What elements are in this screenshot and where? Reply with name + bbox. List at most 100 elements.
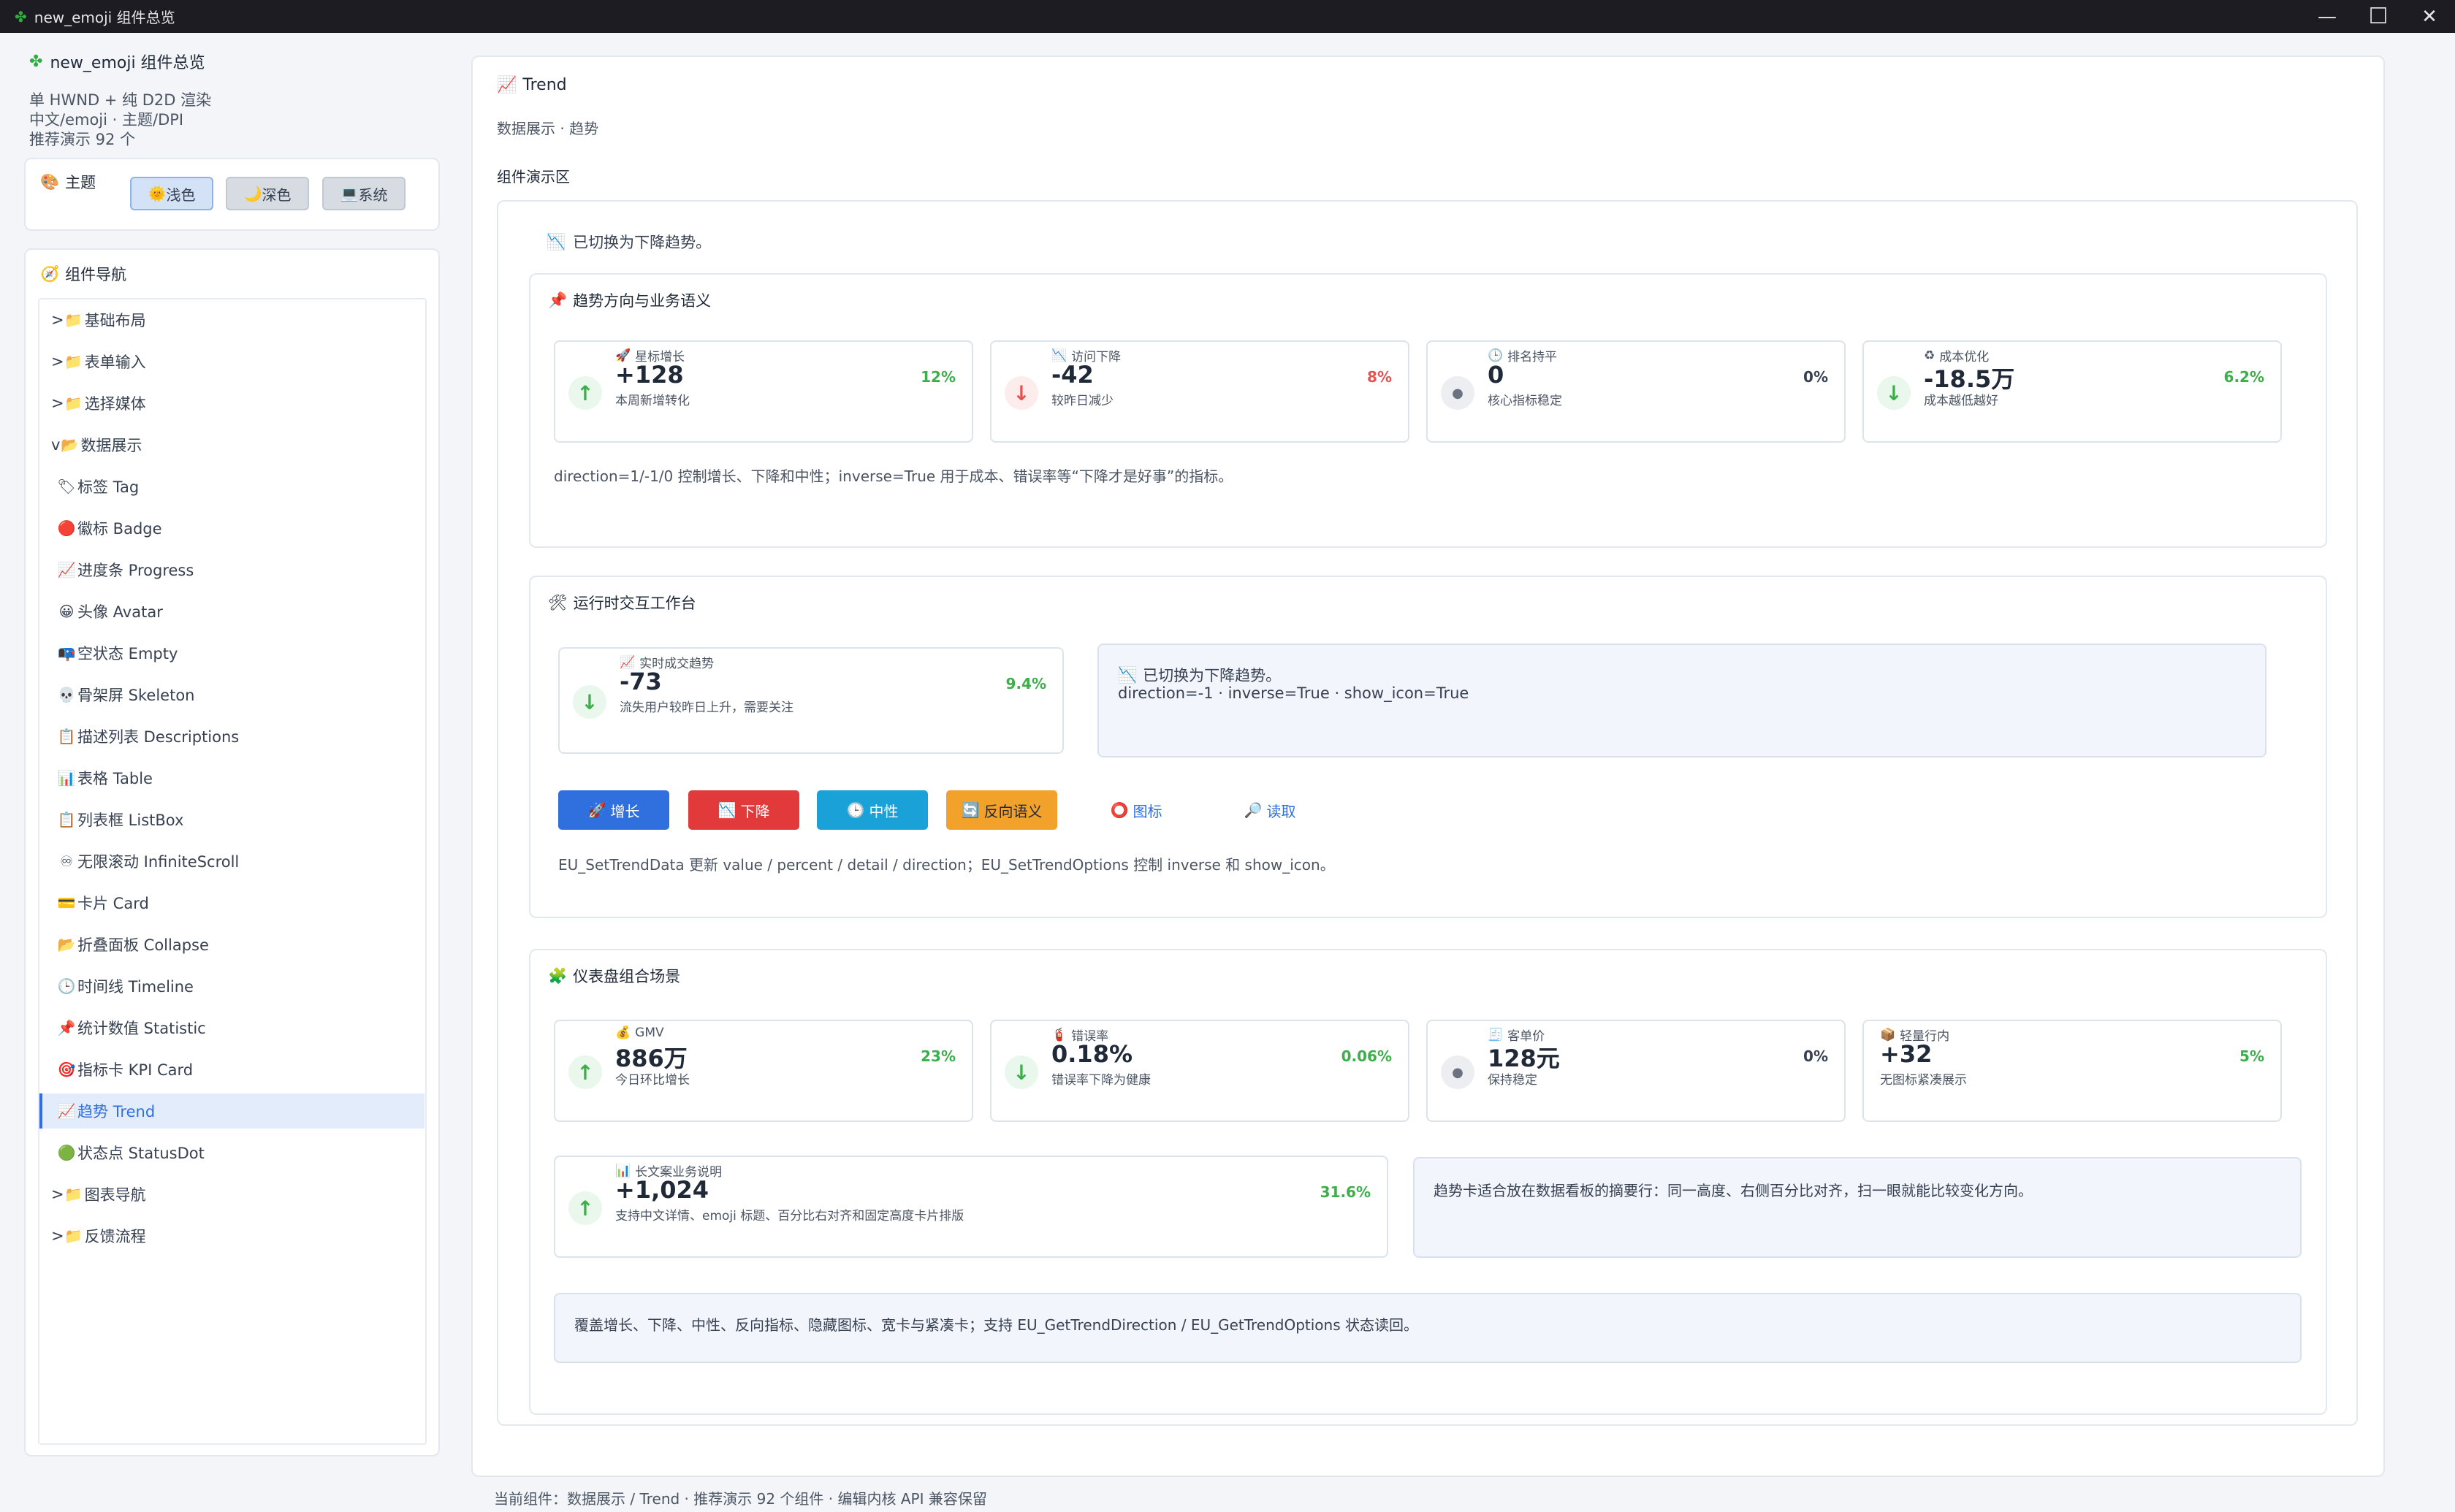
- arrow-down-icon: ↓: [1005, 376, 1038, 410]
- trend-value: 0.18%: [1051, 1040, 1133, 1068]
- trend-value: -73: [620, 668, 662, 695]
- action-label: 增长: [610, 802, 640, 820]
- action-icon: 🕒: [846, 801, 865, 819]
- nav-item[interactable]: 🟢 状态点 StatusDot: [39, 1135, 425, 1170]
- theme-dark-button[interactable]: 🌙 深色: [226, 177, 309, 210]
- nav-item[interactable]: > 📁 反馈流程: [39, 1218, 425, 1253]
- nav-item[interactable]: 📭 空状态 Empty: [39, 635, 425, 671]
- nav-item-label: 卡片 Card: [77, 895, 149, 912]
- trend-card: ↑ 📊 长文案业务说明 +1,024 支持中文详情、emoji 标题、百分比右对齐和固定…: [554, 1156, 1388, 1258]
- theme-light-button[interactable]: 🌞 浅色: [130, 177, 213, 210]
- nav-item-label: 时间线 Timeline: [77, 978, 194, 996]
- expand-toggle[interactable]: >: [51, 311, 64, 329]
- nav-item-label: 标签 Tag: [77, 478, 140, 496]
- nav-item[interactable]: 😀 头像 Avatar: [39, 594, 425, 629]
- nav-item[interactable]: 🏷 标签 Tag: [39, 469, 425, 504]
- nav-item-label: 数据展示: [80, 437, 142, 454]
- trend-action-button[interactable]: 📉 下降: [688, 790, 799, 830]
- nav-item-icon: 📈: [57, 561, 76, 579]
- nav-item[interactable]: > 📁 选择媒体: [39, 386, 425, 421]
- nav-item[interactable]: 📈 进度条 Progress: [39, 552, 425, 587]
- nav-item-label: 骨架屏 Skeleton: [77, 687, 195, 704]
- theme-card: 🎨 主题 🌞 浅色 🌙 深色 💻 系统: [24, 158, 440, 231]
- trend-title-icon: 💰: [615, 1026, 631, 1040]
- theme-label: 主题: [65, 174, 96, 191]
- action-label: 反向语义: [983, 802, 1043, 820]
- trend-card: 📦 轻量行内 +32 无图标紧凑展示 5%: [1862, 1020, 2282, 1122]
- trend-value: -42: [1051, 361, 1094, 389]
- nav-item-icon: 📈: [57, 1102, 76, 1120]
- puzzle-icon: ✤: [29, 52, 43, 71]
- action-icon: 🔄: [961, 801, 980, 819]
- nav-item-icon: 💳: [57, 894, 76, 912]
- nav-item[interactable]: 🎯 指标卡 KPI Card: [39, 1052, 425, 1087]
- dot-icon: ●: [1441, 1055, 1474, 1089]
- nav-item-icon: 📭: [57, 644, 76, 662]
- nav-item-icon: 📁: [64, 1185, 83, 1203]
- dashboard-summary: 覆盖增长、下降、中性、反向指标、隐藏图标、宽卡与紧凑卡；支持 EU_GetTre…: [554, 1293, 2302, 1363]
- trend-value: +32: [1880, 1040, 1933, 1068]
- trend-card: ● 🧾 客单价 128元 保持稳定 0%: [1426, 1020, 1846, 1122]
- chart-down-icon: 📉: [1118, 665, 1138, 684]
- nav-item-icon: ♾: [60, 852, 73, 870]
- nav-label: 组件导航: [65, 266, 127, 283]
- nav-item[interactable]: 📂 折叠面板 Collapse: [39, 927, 425, 962]
- nav-item[interactable]: 📌 统计数值 Statistic: [39, 1010, 425, 1045]
- nav-item[interactable]: 📋 描述列表 Descriptions: [39, 719, 425, 754]
- action-icon: 📉: [718, 801, 736, 819]
- nav-item[interactable]: 💳 卡片 Card: [39, 885, 425, 920]
- expand-toggle[interactable]: >: [51, 1185, 64, 1203]
- trend-action-button[interactable]: 🔎 读取: [1230, 790, 1310, 830]
- nav-item[interactable]: 📋 列表框 ListBox: [39, 802, 425, 837]
- nav-item[interactable]: > 📁 表单输入: [39, 344, 425, 379]
- maximize-button[interactable]: ☐: [2353, 0, 2404, 33]
- trend-action-button[interactable]: 🔄 反向语义: [946, 790, 1057, 830]
- arrow-up-icon: ↑: [568, 1055, 602, 1089]
- section-title: 仪表盘组合场景: [573, 968, 681, 985]
- nav-item-label: 反馈流程: [84, 1228, 146, 1245]
- nav-item-icon: 📁: [64, 1227, 83, 1245]
- nav-item[interactable]: 📈 趋势 Trend: [39, 1093, 425, 1129]
- action-icon: 🔎: [1244, 801, 1263, 819]
- nav-item-icon: 🟢: [57, 1144, 76, 1161]
- nav-item[interactable]: > 📁 图表导航: [39, 1177, 425, 1212]
- theme-system-button[interactable]: 💻 系统: [322, 177, 406, 210]
- nav-card: 🧭 组件导航 > 📁 基础布局 > 📁 表单输入 > 📁 选择媒体 v 📂 数据展示 🏷 标签 Tag 🔴 徽…: [24, 248, 440, 1456]
- trend-action-button[interactable]: 🕒 中性: [817, 790, 928, 830]
- nav-item-label: 表格 Table: [77, 770, 153, 787]
- trend-action-button[interactable]: 🚀 增长: [558, 790, 669, 830]
- nav-item-icon: 📂: [57, 936, 76, 953]
- trend-detail: 核心指标稳定: [1488, 394, 1562, 408]
- arrow-up-icon: ↑: [568, 376, 602, 410]
- trend-action-button[interactable]: ⭕ 图标: [1096, 790, 1176, 830]
- expand-toggle[interactable]: v: [51, 436, 60, 454]
- nav-item-label: 统计数值 Statistic: [77, 1020, 206, 1037]
- trend-percent: 8%: [1367, 368, 1392, 386]
- trend-percent: 0%: [1803, 1047, 1828, 1065]
- theme-dark-label: 深色: [262, 186, 292, 204]
- nav-item-label: 图表导航: [84, 1186, 146, 1204]
- expand-toggle[interactable]: >: [51, 394, 64, 412]
- nav-item[interactable]: 🔴 徽标 Badge: [39, 511, 425, 546]
- trend-detail: 无图标紧凑展示: [1880, 1073, 1967, 1088]
- nav-item[interactable]: v 📂 数据展示: [39, 427, 425, 462]
- trend-detail: 保持稳定: [1488, 1073, 1537, 1088]
- nav-item-label: 指标卡 KPI Card: [77, 1061, 194, 1079]
- expand-toggle[interactable]: >: [51, 353, 64, 370]
- minimize-button[interactable]: —: [2302, 0, 2353, 33]
- subtitle-line: 中文/emoji · 主题/DPI: [29, 111, 184, 129]
- app-subtitle: 单 HWND + 纯 D2D 渲染 中文/emoji · 主题/DPI 推荐演示…: [29, 91, 211, 150]
- nav-item-label: 列表框 ListBox: [77, 812, 184, 829]
- close-button[interactable]: ✕: [2404, 0, 2455, 33]
- nav-item[interactable]: 📊 表格 Table: [39, 760, 425, 795]
- nav-item[interactable]: > 📁 基础布局: [39, 302, 425, 337]
- trend-value: +1,024: [615, 1176, 709, 1204]
- expand-toggle[interactable]: >: [51, 1227, 64, 1245]
- nav-item[interactable]: 🕒 时间线 Timeline: [39, 969, 425, 1004]
- subtitle-line: 单 HWND + 纯 D2D 渲染: [29, 91, 212, 109]
- nav-item[interactable]: 💀 骨架屏 Skeleton: [39, 677, 425, 712]
- nav-item-icon: 📋: [57, 811, 76, 828]
- nav-item[interactable]: ♾ 无限滚动 InfiniteScroll: [39, 844, 425, 879]
- trend-value: 0: [1488, 361, 1504, 389]
- nav-tree[interactable]: > 📁 基础布局 > 📁 表单输入 > 📁 选择媒体 v 📂 数据展示 🏷 标签 Tag 🔴 徽标 Badge…: [38, 298, 427, 1445]
